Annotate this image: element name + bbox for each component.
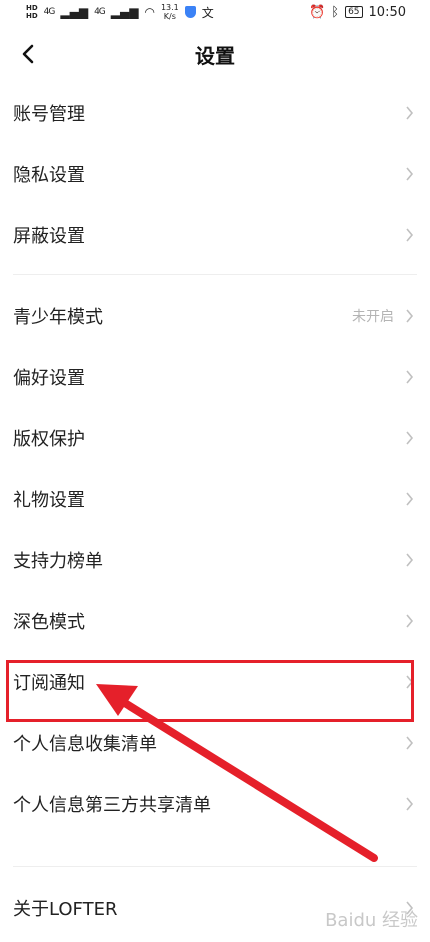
- chevron-right-icon: [406, 552, 414, 567]
- hd-indicator: HD HD: [26, 4, 38, 20]
- header: 设置: [0, 24, 430, 86]
- settings-item-label: 个人信息收集清单: [13, 733, 157, 755]
- shield-icon: [184, 6, 196, 18]
- signal-1: 4G: [43, 7, 56, 17]
- settings-item-label: 屏蔽设置: [13, 225, 85, 247]
- divider: [13, 866, 417, 867]
- settings-item-label: 青少年模式: [13, 306, 103, 328]
- settings-item-account[interactable]: 账号管理: [0, 82, 430, 143]
- alarm-icon: ⏰: [309, 4, 326, 20]
- chevron-right-icon: [406, 613, 414, 628]
- settings-item-dark-mode[interactable]: 深色模式: [0, 590, 430, 651]
- clock: 10:50: [368, 4, 406, 20]
- settings-item-label: 个人信息第三方共享清单: [13, 794, 211, 816]
- settings-item-label: 关于LOFTER: [13, 898, 118, 920]
- signal-bars-icon: ▂▄▆: [60, 5, 89, 19]
- settings-item-copyright[interactable]: 版权保护: [0, 407, 430, 468]
- settings-item-label: 深色模式: [13, 611, 85, 633]
- chevron-right-icon: [406, 227, 414, 242]
- settings-item-label: 偏好设置: [13, 367, 85, 389]
- settings-group-general: 青少年模式 未开启 偏好设置 版权保护 礼物设置 支持力榜单 深色模式 订阅通知…: [0, 285, 430, 834]
- watermark: Baidu 经验: [325, 910, 418, 931]
- page-title: 设置: [195, 44, 235, 68]
- settings-item-preferences[interactable]: 偏好设置: [0, 346, 430, 407]
- settings-item-label: 礼物设置: [13, 489, 85, 511]
- divider: [13, 274, 417, 275]
- settings-item-teen-mode[interactable]: 青少年模式 未开启: [0, 285, 430, 346]
- chevron-right-icon: [406, 166, 414, 181]
- battery-icon: 65: [345, 6, 363, 18]
- chevron-right-icon: [406, 105, 414, 120]
- bluetooth-icon: ᛒ: [331, 4, 340, 20]
- settings-item-support-ranking[interactable]: 支持力榜单: [0, 529, 430, 590]
- chevron-right-icon: [406, 735, 414, 750]
- network-speed: 13.1 K/s: [160, 3, 179, 21]
- settings-item-third-party-sharing[interactable]: 个人信息第三方共享清单: [0, 773, 430, 834]
- status-bar: HD HD 4G ▂▄▆ 4G ▂▄▆ ◠ 13.1 K/s 文 ⏰ ᛒ 65 1…: [0, 0, 430, 24]
- settings-item-label: 支持力榜单: [13, 550, 103, 572]
- chevron-right-icon: [406, 308, 414, 323]
- signal-bars-icon-2: ▂▄▆: [110, 5, 139, 19]
- teen-mode-status: 未开启: [352, 308, 394, 325]
- settings-item-gifts[interactable]: 礼物设置: [0, 468, 430, 529]
- signal-2: 4G: [94, 7, 106, 17]
- chevron-right-icon: [406, 491, 414, 506]
- settings-item-label: 账号管理: [13, 103, 85, 125]
- settings-item-label: 版权保护: [13, 428, 85, 450]
- settings-group-account: 账号管理 隐私设置 屏蔽设置: [0, 82, 430, 265]
- wifi-icon: ◠: [144, 5, 155, 19]
- settings-item-label: 隐私设置: [13, 164, 85, 186]
- chevron-right-icon: [406, 430, 414, 445]
- settings-item-block[interactable]: 屏蔽设置: [0, 204, 430, 265]
- ime-icon: 文: [201, 5, 214, 20]
- settings-item-privacy[interactable]: 隐私设置: [0, 143, 430, 204]
- highlight-box: [6, 660, 414, 722]
- chevron-right-icon: [406, 796, 414, 811]
- chevron-right-icon: [406, 369, 414, 384]
